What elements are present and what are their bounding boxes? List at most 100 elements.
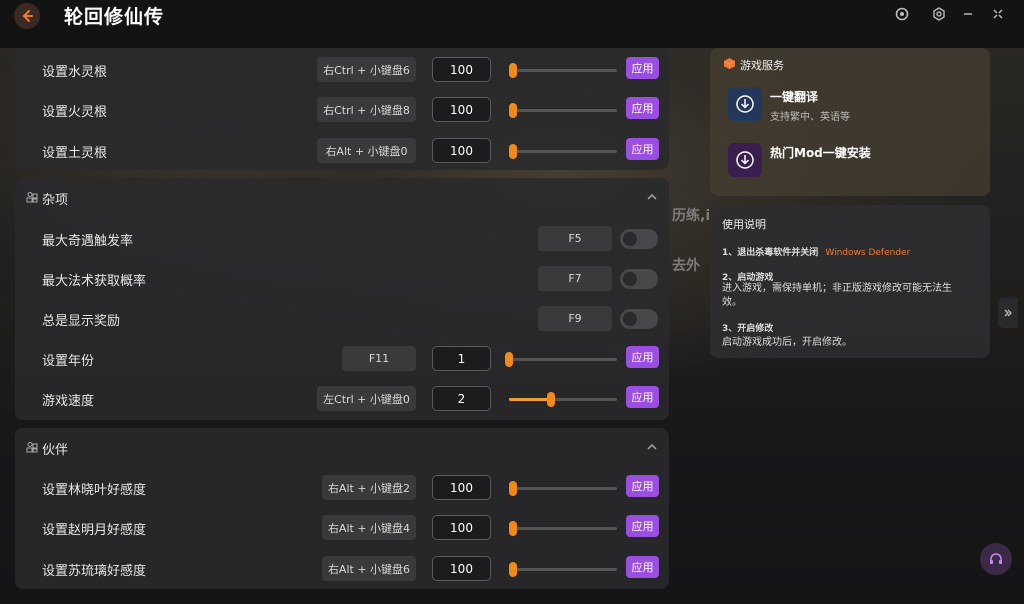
hotkey-badge[interactable]: 右Ctrl + 小键盘8 xyxy=(317,97,416,122)
back-button[interactable] xyxy=(14,3,40,29)
hotkey-badge[interactable]: F7 xyxy=(538,266,612,291)
double-chevron-right-icon xyxy=(1004,309,1012,317)
row-water-root: 设置水灵根 右Ctrl + 小键盘6 100 应用 xyxy=(15,55,669,85)
value-slider[interactable] xyxy=(509,521,617,536)
partner-section: 伙伴 设置林晓叶好感度 右Alt + 小键盘2 100 应用 设置赵明月好感度 … xyxy=(15,428,669,589)
translate-service[interactable]: 一键翻译 支持繁中、英语等 xyxy=(728,87,978,125)
slider-thumb[interactable] xyxy=(509,63,517,78)
hotkey-badge[interactable]: 右Alt + 小键盘0 xyxy=(317,138,416,163)
slider-thumb[interactable] xyxy=(505,352,513,367)
row-label: 设置火灵根 xyxy=(42,105,108,120)
guide-step2-body: 进入游戏，需保持单机；非正版游戏修改可能无法生效。 xyxy=(722,283,952,308)
chevron-up-icon[interactable] xyxy=(646,441,658,453)
row-fire-root: 设置火灵根 右Ctrl + 小键盘8 100 应用 xyxy=(15,95,669,125)
guide-step1: 1、退出杀毒软件并关闭 Windows Defender xyxy=(722,245,910,258)
download-icon xyxy=(728,87,762,121)
apply-button[interactable]: 应用 xyxy=(626,138,659,160)
title-bar: 轮回修仙传 xyxy=(0,0,1024,48)
apply-button[interactable]: 应用 xyxy=(626,346,659,368)
hotkey-badge[interactable]: 右Alt + 小键盘4 xyxy=(322,515,416,540)
value-input[interactable]: 2 xyxy=(432,386,491,411)
row-label: 设置水灵根 xyxy=(42,65,108,80)
toggle-knob xyxy=(623,272,637,286)
row-set-year: 设置年份 F11 1 应用 xyxy=(15,344,669,374)
value-input[interactable]: 100 xyxy=(432,475,491,500)
value-input[interactable]: 100 xyxy=(432,97,491,122)
row-earth-root: 设置土灵根 右Alt + 小键盘0 100 应用 xyxy=(15,136,669,166)
apply-button[interactable]: 应用 xyxy=(626,386,659,408)
apply-button[interactable]: 应用 xyxy=(626,556,659,578)
toggle-switch[interactable] xyxy=(620,309,658,329)
hotkey-badge[interactable]: F5 xyxy=(538,226,612,251)
value-slider[interactable] xyxy=(509,392,617,407)
row-show-rewards: 总是显示奖励 F9 xyxy=(15,304,669,334)
usage-guide-card: 使用说明 1、退出杀毒软件并关闭 Windows Defender 2、启动游戏… xyxy=(710,205,990,358)
service-subtitle: 支持繁中、英语等 xyxy=(770,112,850,123)
toggle-switch[interactable] xyxy=(620,269,658,289)
row-game-speed: 游戏速度 左Ctrl + 小键盘0 2 应用 xyxy=(15,384,669,414)
slider-thumb[interactable] xyxy=(547,392,555,407)
mod-install-service[interactable]: 热门Mod一键安装 xyxy=(728,143,978,181)
row-label: 设置林晓叶好感度 xyxy=(42,483,147,498)
toggle-switch[interactable] xyxy=(620,229,658,249)
value-slider[interactable] xyxy=(505,352,617,367)
row-label: 设置苏琉璃好感度 xyxy=(42,564,147,579)
support-button[interactable] xyxy=(980,543,1012,575)
apply-button[interactable]: 应用 xyxy=(626,475,659,497)
hotkey-badge[interactable]: 右Alt + 小键盘6 xyxy=(322,556,416,581)
hotkey-badge[interactable]: 右Alt + 小键盘2 xyxy=(322,475,416,500)
settings-icon[interactable] xyxy=(931,6,947,22)
apply-button[interactable]: 应用 xyxy=(626,57,659,79)
arrow-left-icon xyxy=(22,10,33,22)
slider-thumb[interactable] xyxy=(509,521,517,536)
value-input[interactable]: 100 xyxy=(432,515,491,540)
value-input[interactable]: 100 xyxy=(432,57,491,82)
row-label: 设置土灵根 xyxy=(42,146,108,161)
apply-button[interactable]: 应用 xyxy=(626,97,659,119)
slider-thumb[interactable] xyxy=(509,481,517,496)
game-services-card: 游戏服务 一键翻译 支持繁中、英语等 热门Mod一键安装 xyxy=(710,48,990,196)
section-icon xyxy=(26,192,38,203)
value-input[interactable]: 100 xyxy=(432,138,491,163)
download-icon xyxy=(728,143,762,177)
value-input[interactable]: 1 xyxy=(432,346,491,371)
section-title: 伙伴 xyxy=(42,443,69,458)
row-label: 设置赵明月好感度 xyxy=(42,523,147,538)
value-slider[interactable] xyxy=(509,562,617,577)
row-label: 游戏速度 xyxy=(42,394,95,409)
slider-thumb[interactable] xyxy=(509,144,517,159)
minimize-icon[interactable] xyxy=(960,6,976,22)
value-slider[interactable] xyxy=(509,481,617,496)
help-icon[interactable] xyxy=(894,6,910,22)
row-affinity-lin: 设置林晓叶好感度 右Alt + 小键盘2 100 应用 xyxy=(15,473,669,503)
service-title: 热门Mod一键安装 xyxy=(770,146,871,160)
service-title: 一键翻译 xyxy=(770,90,819,104)
hotkey-badge[interactable]: 右Ctrl + 小键盘6 xyxy=(317,57,416,82)
value-input[interactable]: 100 xyxy=(432,556,491,581)
services-title: 游戏服务 xyxy=(740,59,784,72)
value-slider[interactable] xyxy=(509,144,617,159)
partner-section-header[interactable]: 伙伴 xyxy=(15,428,669,468)
hotkey-badge[interactable]: 左Ctrl + 小键盘0 xyxy=(317,386,416,411)
row-max-encounter: 最大奇遇触发率 F5 xyxy=(15,224,669,254)
windows-defender-link: Windows Defender xyxy=(825,248,911,258)
hotkey-badge[interactable]: F9 xyxy=(538,306,612,331)
slider-thumb[interactable] xyxy=(509,562,517,577)
guide-title: 使用说明 xyxy=(722,218,766,231)
cube-icon xyxy=(723,58,736,69)
chevron-up-icon[interactable] xyxy=(646,191,658,203)
value-slider[interactable] xyxy=(509,103,617,118)
row-max-spell: 最大法术获取概率 F7 xyxy=(15,264,669,294)
close-icon[interactable] xyxy=(990,6,1006,22)
misc-section: 杂项 最大奇遇触发率 F5 最大法术获取概率 F7 总是显示奖励 F9 设置年份… xyxy=(15,178,669,420)
apply-button[interactable]: 应用 xyxy=(626,515,659,537)
guide-step3-body: 启动游戏成功后，开启修改。 xyxy=(722,337,852,348)
misc-section-header[interactable]: 杂项 xyxy=(15,178,669,218)
slider-thumb[interactable] xyxy=(509,103,517,118)
value-slider[interactable] xyxy=(509,63,617,78)
expand-panel-button[interactable] xyxy=(998,298,1018,328)
row-affinity-zhao: 设置赵明月好感度 右Alt + 小键盘4 100 应用 xyxy=(15,513,669,543)
row-label: 总是显示奖励 xyxy=(42,314,121,329)
row-affinity-su: 设置苏琉璃好感度 右Alt + 小键盘6 100 应用 xyxy=(15,554,669,584)
hotkey-badge[interactable]: F11 xyxy=(342,346,416,371)
